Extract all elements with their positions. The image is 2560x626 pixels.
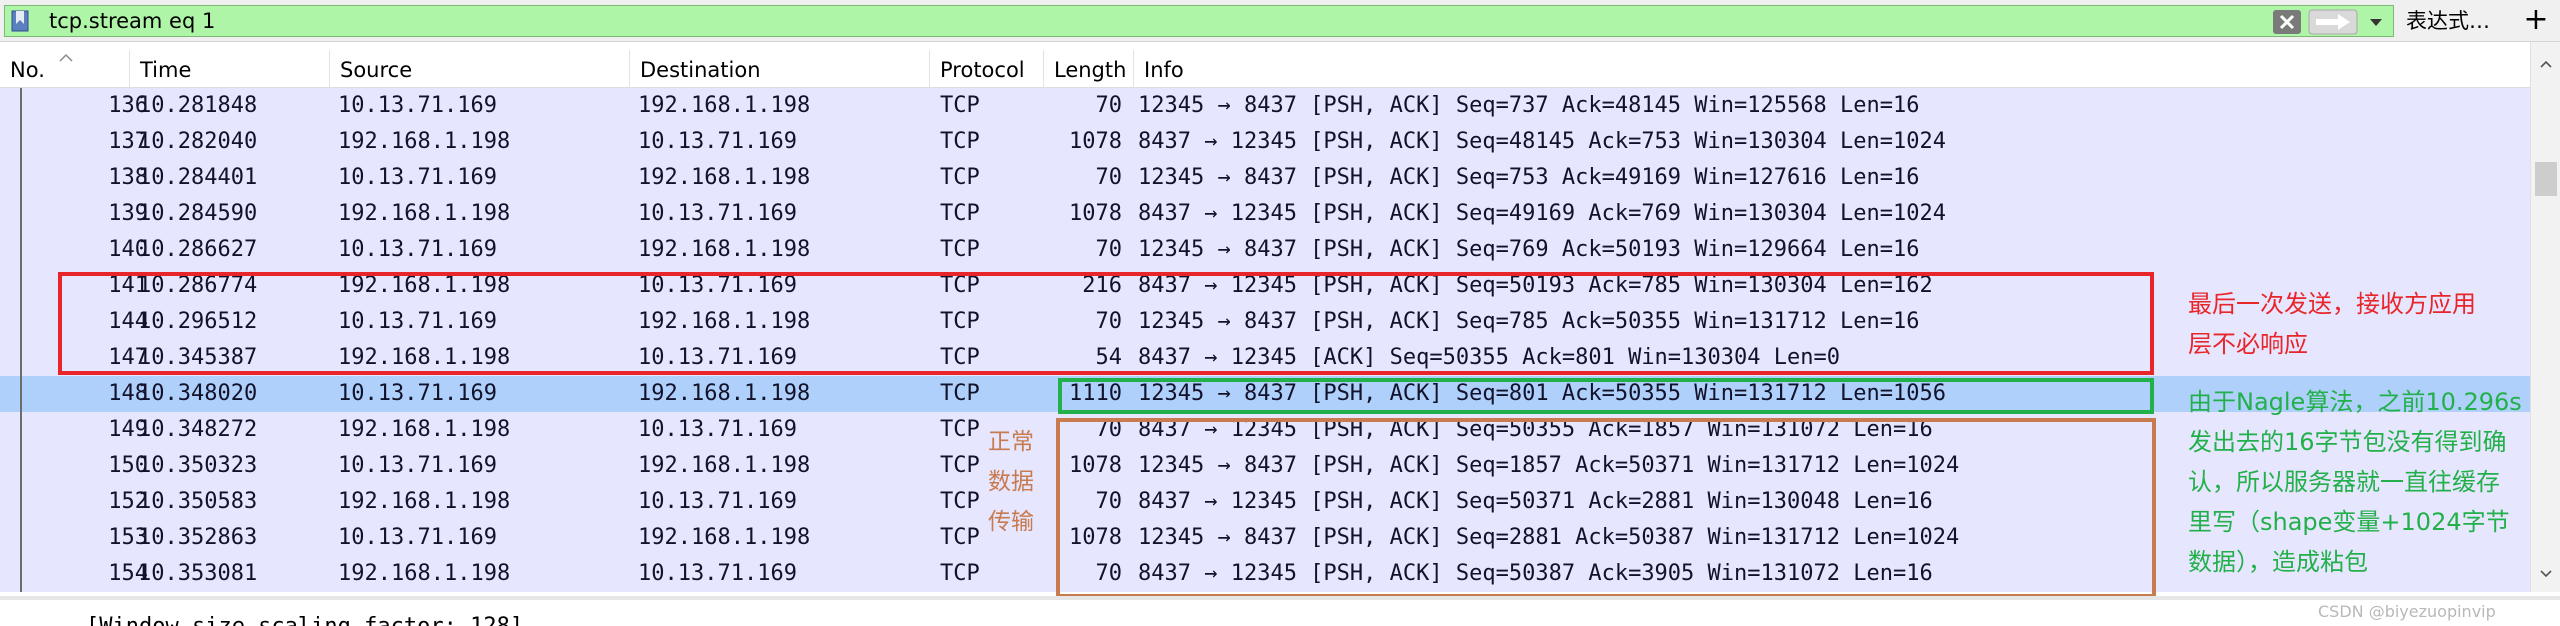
filter-history-dropdown-icon[interactable] (2361, 9, 2391, 35)
packet-cell-no: 138 (108, 165, 148, 190)
packet-cell-dst: 10.13.71.169 (638, 561, 797, 586)
packet-cell-time: 10.284401 (138, 165, 258, 190)
packet-cell-no: 153 (108, 525, 148, 550)
packet-cell-proto: TCP (940, 201, 980, 226)
packet-row[interactable]: 138 10.284401 10.13.71.169 192.168.1.198 TCP… (0, 160, 2530, 196)
conversation-tree-line (20, 88, 22, 592)
packet-cell-no: 149 (108, 417, 148, 442)
packet-cell-src: 10.13.71.169 (338, 165, 497, 190)
column-header-time[interactable]: Time (130, 50, 330, 88)
packet-cell-time: 10.350323 (138, 453, 258, 478)
expression-button[interactable]: 表达式… (2406, 0, 2490, 42)
column-header-destination[interactable]: Destination (630, 50, 930, 88)
packet-cell-time: 10.352863 (138, 525, 258, 550)
packet-cell-time: 10.350583 (138, 489, 258, 514)
scroll-down-icon[interactable] (2540, 570, 2552, 578)
packet-cell-dst: 10.13.71.169 (638, 129, 797, 154)
packet-cell-time: 10.353081 (138, 561, 258, 586)
packet-details-pane: [Window size scaling factor: 128] CSDN @… (0, 600, 2560, 626)
packet-row[interactable]: 140 10.286627 10.13.71.169 192.168.1.198 TCP… (0, 232, 2530, 268)
packet-cell-no: 137 (108, 129, 148, 154)
packet-cell-len: 70 (1095, 237, 1123, 262)
packet-cell-no: 140 (108, 237, 148, 262)
packet-list-header: No. Time Source Destination Protocol Len… (0, 50, 2530, 88)
packet-cell-no: 148 (108, 381, 148, 406)
packet-cell-src: 192.168.1.198 (338, 489, 511, 514)
watermark: CSDN @biyezuopinvip (2318, 602, 2496, 621)
packet-cell-src: 10.13.71.169 (338, 525, 497, 550)
column-header-length[interactable]: Length (1044, 50, 1134, 88)
packet-cell-dst: 10.13.71.169 (638, 489, 797, 514)
column-header-info[interactable]: Info (1134, 50, 2530, 88)
packet-list-scrollbar[interactable] (2530, 42, 2560, 592)
packet-cell-time: 10.348272 (138, 417, 258, 442)
annotation-box-red (58, 272, 2154, 375)
packet-cell-dst: 192.168.1.198 (638, 525, 811, 550)
packet-cell-dst: 192.168.1.198 (638, 381, 811, 406)
column-header-protocol[interactable]: Protocol (930, 50, 1044, 88)
packet-cell-src: 10.13.71.169 (338, 93, 497, 118)
annotation-note-brown: 正常 数据 传输 (988, 429, 1034, 535)
bookmark-icon[interactable] (11, 10, 29, 32)
packet-cell-time: 10.282040 (138, 129, 258, 154)
packet-cell-dst: 10.13.71.169 (638, 417, 797, 442)
packet-cell-src: 10.13.71.169 (338, 237, 497, 262)
packet-cell-proto: TCP (940, 93, 980, 118)
packet-cell-src: 192.168.1.198 (338, 129, 511, 154)
packet-cell-proto: TCP (940, 237, 980, 262)
packet-cell-info: 12345 → 8437 [PSH, ACK] Seq=753 Ack=4916… (1138, 165, 1920, 190)
display-filter-toolbar: tcp.stream eq 1 表达式… + (0, 0, 2560, 42)
packet-cell-src: 192.168.1.198 (338, 561, 511, 586)
packet-cell-time: 10.284590 (138, 201, 258, 226)
display-filter-text: tcp.stream eq 1 (49, 9, 216, 33)
annotation-box-brown (1056, 418, 2156, 598)
packet-cell-dst: 192.168.1.198 (638, 93, 811, 118)
packet-cell-no: 150 (108, 453, 148, 478)
packet-cell-no: 136 (108, 93, 148, 118)
packet-cell-dst: 10.13.71.169 (638, 201, 797, 226)
apply-filter-arrow-icon[interactable] (2308, 9, 2358, 35)
packet-cell-dst: 192.168.1.198 (638, 237, 811, 262)
packet-cell-info: 8437 → 12345 [PSH, ACK] Seq=48145 Ack=75… (1138, 129, 1946, 154)
packet-row[interactable]: 137 10.282040 192.168.1.198 10.13.71.169 TCP… (0, 124, 2530, 160)
packet-cell-info: 12345 → 8437 [PSH, ACK] Seq=769 Ack=5019… (1138, 237, 1920, 262)
column-header-no[interactable]: No. (0, 50, 130, 88)
packet-cell-len: 1078 (1069, 201, 1122, 226)
annotation-box-green (1058, 378, 2154, 414)
packet-row[interactable]: 136 10.281848 10.13.71.169 192.168.1.198 TCP… (0, 88, 2530, 124)
packet-cell-dst: 192.168.1.198 (638, 165, 811, 190)
packet-cell-src: 192.168.1.198 (338, 417, 511, 442)
packet-cell-proto: TCP (940, 165, 980, 190)
add-filter-button[interactable]: + (2518, 0, 2554, 42)
packet-cell-no: 139 (108, 201, 148, 226)
packet-cell-dst: 192.168.1.198 (638, 453, 811, 478)
packet-cell-time: 10.286627 (138, 237, 258, 262)
display-filter-input[interactable]: tcp.stream eq 1 (4, 5, 2394, 37)
packet-cell-no: 154 (108, 561, 148, 586)
packet-cell-proto: TCP (940, 129, 980, 154)
clear-filter-icon[interactable] (2272, 9, 2302, 35)
detail-line[interactable]: [Window size scaling factor: 128] (86, 612, 523, 626)
packet-cell-time: 10.348020 (138, 381, 258, 406)
packet-cell-src: 192.168.1.198 (338, 201, 511, 226)
sort-ascending-icon (59, 53, 73, 62)
packet-cell-len: 70 (1095, 165, 1123, 190)
packet-cell-proto: TCP (940, 561, 980, 586)
scrollbar-thumb[interactable] (2535, 162, 2557, 196)
packet-cell-no: 152 (108, 489, 148, 514)
packet-cell-len: 1078 (1069, 129, 1122, 154)
packet-row[interactable]: 139 10.284590 192.168.1.198 10.13.71.169 TCP… (0, 196, 2530, 232)
annotation-note-red: 最后一次发送，接收方应用 层不必响应 (2188, 290, 2476, 358)
scroll-up-icon[interactable] (2540, 60, 2552, 68)
packet-cell-info: 12345 → 8437 [PSH, ACK] Seq=737 Ack=4814… (1138, 93, 1920, 118)
packet-cell-time: 10.281848 (138, 93, 258, 118)
annotation-note-green: 由于Nagle算法，之前10.296s 发出去的16字节包没有得到确 认，所以服… (2188, 388, 2522, 576)
packet-cell-src: 10.13.71.169 (338, 381, 497, 406)
packet-cell-src: 10.13.71.169 (338, 453, 497, 478)
column-header-source[interactable]: Source (330, 50, 630, 88)
packet-cell-info: 8437 → 12345 [PSH, ACK] Seq=49169 Ack=76… (1138, 201, 1946, 226)
packet-cell-len: 70 (1095, 93, 1123, 118)
packet-cell-proto: TCP (940, 381, 980, 406)
